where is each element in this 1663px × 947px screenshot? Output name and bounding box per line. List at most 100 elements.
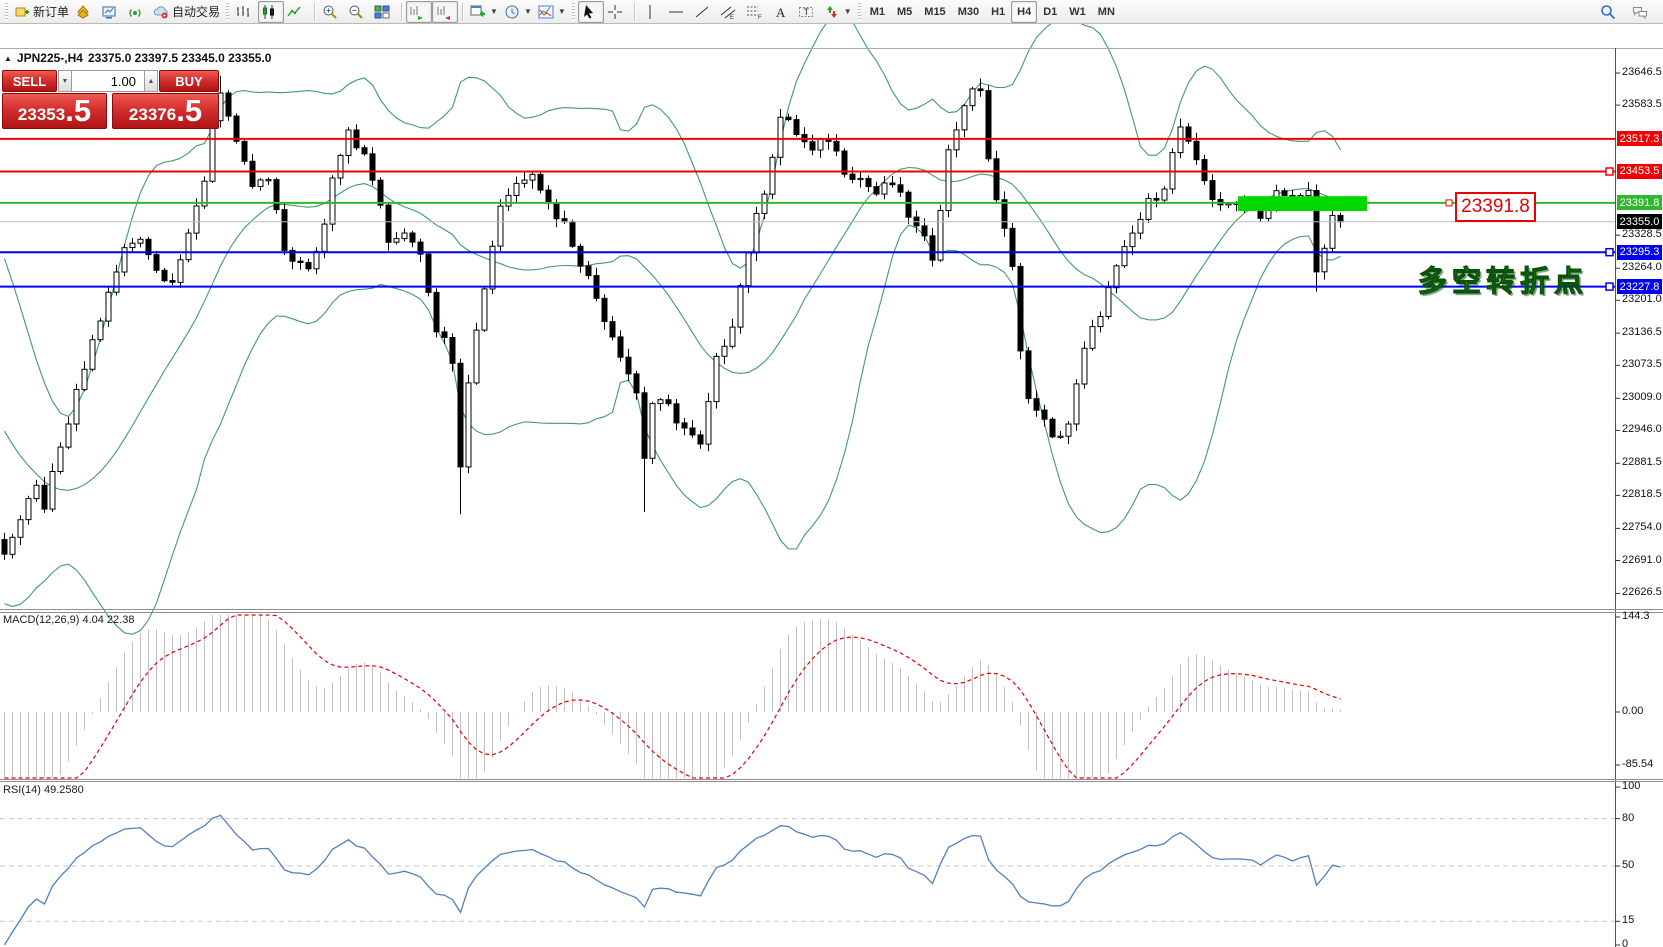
sell-price-main: 23353 <box>18 105 65 125</box>
line-chart-button[interactable] <box>284 1 310 23</box>
vertical-line-button[interactable] <box>639 1 665 23</box>
sell-price-button[interactable]: 23353 .5 <box>2 93 107 129</box>
buy-price-main: 23376 <box>129 105 176 125</box>
auto-scroll-button[interactable] <box>406 1 432 23</box>
toolbar-button-label: 新订单 <box>33 3 69 20</box>
macd-axis-tick: 144.3 <box>1622 610 1662 622</box>
indicators-icon <box>538 4 554 20</box>
price-axis-tick: 22691.0 <box>1622 554 1662 566</box>
line-handle[interactable] <box>1606 283 1613 290</box>
price-tag-label[interactable]: 23391.8 <box>1455 192 1536 222</box>
price-axis-tick: 23646.5 <box>1622 66 1662 78</box>
chart-area[interactable]: ▲ JPN225-,H4 23375.0 23397.5 23345.0 233… <box>0 24 1663 947</box>
bar-chart-button[interactable] <box>232 1 258 23</box>
rsi-axis-tick: 50 <box>1622 859 1662 871</box>
timeframe-m15[interactable]: M15 <box>918 1 951 23</box>
dropdown-arrow-icon[interactable]: ▼ <box>844 7 852 16</box>
price-line-label: 23355.0 <box>1617 214 1662 229</box>
tag-anchor-handle[interactable] <box>1446 200 1452 206</box>
chat-button[interactable] <box>1629 1 1655 23</box>
chart-window-button[interactable] <box>98 1 124 23</box>
dropdown-arrow-icon[interactable]: ▼ <box>558 7 566 16</box>
symbol-title: ▲ JPN225-,H4 23375.0 23397.5 23345.0 233… <box>4 51 271 65</box>
rsi-line <box>5 815 1341 945</box>
dropdown-arrow-icon[interactable]: ▼ <box>490 7 498 16</box>
crosshair-button[interactable] <box>604 1 630 23</box>
bars-icon <box>235 4 251 20</box>
candlestick-chart-button[interactable] <box>258 1 284 23</box>
periods-button[interactable]: ▼ <box>501 1 535 23</box>
dropdown-arrow-icon[interactable]: ▼ <box>524 7 532 16</box>
price-line-label: 23295.3 <box>1617 245 1662 260</box>
equidistant-channel-button[interactable]: E <box>717 1 743 23</box>
rsi-layer <box>0 815 1615 945</box>
autoscroll-icon <box>409 4 425 20</box>
volume-down-button[interactable]: ▼ <box>58 70 72 92</box>
arrows-icon <box>824 4 840 20</box>
new-chart-button[interactable]: ▼ <box>467 1 501 23</box>
timeframe-h4[interactable]: H4 <box>1011 1 1037 23</box>
price-line-label: 23391.8 <box>1617 195 1662 210</box>
toolbar-grip[interactable] <box>226 3 229 21</box>
line-handle[interactable] <box>1606 249 1613 256</box>
line-handle[interactable] <box>1606 168 1613 175</box>
timeframe-h1[interactable]: H1 <box>985 1 1011 23</box>
rsi-axis-tick: 100 <box>1622 780 1662 792</box>
main-toolbar: 新订单 自动交易 ▼ ▼ ▼ E F AT ▼ M1M5M15M30H1H4D1W1MN <box>0 0 1663 24</box>
toolbar-grip[interactable] <box>5 3 8 21</box>
volume-box: ▼ 1.00 ▲ <box>58 70 158 92</box>
market-watch-button[interactable] <box>72 1 98 23</box>
hline-icon <box>668 4 684 20</box>
highlight-rectangle[interactable] <box>1238 196 1367 211</box>
trend-icon <box>694 4 710 20</box>
chart-shift-button[interactable] <box>432 1 458 23</box>
text-label-button[interactable]: T <box>795 1 821 23</box>
toolbar-grip[interactable] <box>858 3 861 21</box>
toolbar-separator <box>314 3 315 21</box>
price-axis-tick: 23009.0 <box>1622 391 1662 403</box>
zoom-out-button[interactable] <box>345 1 371 23</box>
timeframe-w1[interactable]: W1 <box>1063 1 1092 23</box>
cursor-button[interactable] <box>578 1 604 23</box>
volume-input[interactable]: 1.00 <box>72 70 144 92</box>
timeframe-m30[interactable]: M30 <box>952 1 985 23</box>
volume-up-button[interactable]: ▲ <box>144 70 158 92</box>
timeframe-m1[interactable]: M1 <box>864 1 891 23</box>
svg-text:A: A <box>776 5 786 20</box>
text-button[interactable]: A <box>769 1 795 23</box>
timeframe-m5[interactable]: M5 <box>891 1 918 23</box>
clock-icon <box>504 4 520 20</box>
gold-icon <box>75 4 91 20</box>
zoom-in-button[interactable] <box>319 1 345 23</box>
fibonacci-button[interactable]: F <box>743 1 769 23</box>
chart-svg[interactable] <box>0 24 1663 947</box>
monitor-icon <box>101 4 117 20</box>
indicators-button[interactable]: ▼ <box>535 1 569 23</box>
timeframe-d1[interactable]: D1 <box>1037 1 1063 23</box>
order-icon <box>14 4 30 20</box>
horizontal-line-button[interactable] <box>665 1 691 23</box>
trendline-button[interactable] <box>691 1 717 23</box>
arrows-button[interactable]: ▼ <box>821 1 855 23</box>
signals-button[interactable] <box>124 1 150 23</box>
tile-windows-button[interactable] <box>371 1 397 23</box>
auto-trading-button[interactable]: 自动交易 <box>150 1 223 23</box>
zoomout-icon <box>348 4 364 20</box>
buy-price-button[interactable]: 23376 .5 <box>112 93 219 129</box>
new-order-button[interactable]: 新订单 <box>11 1 72 23</box>
sell-button[interactable]: SELL <box>2 70 57 92</box>
turning-point-annotation[interactable]: 多空转折点 <box>1418 258 1588 300</box>
svg-text:F: F <box>758 15 762 20</box>
search-button[interactable] <box>1597 1 1623 23</box>
toolbar-grip[interactable] <box>572 3 575 21</box>
buy-button[interactable]: BUY <box>159 70 219 92</box>
collapse-triangle-icon[interactable]: ▲ <box>4 54 12 63</box>
timeframe-mn[interactable]: MN <box>1092 1 1121 23</box>
fibo-icon: F <box>746 4 762 20</box>
macd-axis-tick: -85.54 <box>1622 758 1662 770</box>
chart-canvas[interactable] <box>0 24 1663 947</box>
price-line-label: 23453.5 <box>1617 164 1662 179</box>
mt4-window: 新订单 自动交易 ▼ ▼ ▼ E F AT ▼ M1M5M15M30H1H4D1W1MN ▲ JP… <box>0 0 1663 947</box>
price-line-label: 23227.8 <box>1617 279 1662 294</box>
price-axis-tick: 22818.5 <box>1622 488 1662 500</box>
